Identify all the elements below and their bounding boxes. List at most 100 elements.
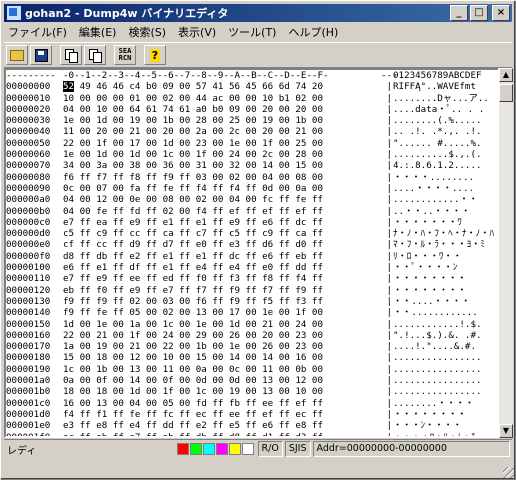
row-hex[interactable]: 15 00 18 00 12 00 10 00 15 00 14 00 14 0… bbox=[63, 352, 381, 363]
row-ascii[interactable]: ................ bbox=[393, 364, 493, 375]
hex-row[interactable]: 00000120 eb ff f0 ff e9 ff e7 ff f7 ff f9… bbox=[6, 285, 498, 296]
color-swatch[interactable] bbox=[228, 443, 241, 455]
row-hex[interactable]: eb ff f0 ff e9 ff e7 ff f7 ff f9 ff f7 f… bbox=[63, 285, 381, 296]
hex-row[interactable]: 000000b0 04 00 fe ff fd ff 02 00 f4 ff ef… bbox=[6, 206, 498, 217]
row-ascii[interactable]: ・・・・ﾛ・ﾘ・ﾑ・ﾓ bbox=[393, 432, 493, 437]
hex-row[interactable]: 00000170 1a 00 19 00 21 00 22 00 1b 00 1e… bbox=[6, 341, 498, 352]
row-hex[interactable]: 22 00 1f 00 17 00 1d 00 23 00 1e 00 1f 0… bbox=[63, 138, 381, 149]
menu-search[interactable]: 検索(S) bbox=[122, 24, 172, 40]
vertical-scrollbar[interactable]: ▲ ▼ bbox=[498, 68, 513, 438]
color-swatch[interactable] bbox=[241, 443, 254, 455]
paste-button[interactable] bbox=[84, 45, 106, 65]
row-ascii[interactable]: ....!."....&.#. bbox=[393, 341, 493, 352]
hex-row[interactable]: 000001c0 16 00 13 00 04 00 05 00 fd ff fb… bbox=[6, 398, 498, 409]
hex-row[interactable]: 00000010 10 00 00 00 01 00 02 00 44 ac 00… bbox=[6, 93, 498, 104]
row-ascii[interactable]: ・・・・........ bbox=[393, 172, 493, 183]
resize-grip[interactable] bbox=[503, 467, 514, 478]
hex-row[interactable]: 000001d0 f4 ff f1 ff fe ff fc ff ec ff ee… bbox=[6, 409, 498, 420]
title-bar[interactable]: gohan2 - Dump4w バイナリエディタ _ □ × bbox=[4, 4, 512, 22]
row-hex[interactable]: e6 ff e1 ff df ff e1 ff e4 ff e4 ff e0 f… bbox=[63, 262, 381, 273]
row-hex[interactable]: e7 ff ea ff e9 ff e1 ff e1 ff e9 ff e6 f… bbox=[63, 217, 381, 228]
row-hex[interactable]: cf ff cc ff d9 ff d7 ff e0 ff e3 ff d6 f… bbox=[63, 239, 381, 250]
row-ascii[interactable]: ﾅ・ﾉ・ﾊ・ﾌ・ﾍ・ﾅ・ﾉ・ﾊ bbox=[393, 228, 494, 239]
row-ascii[interactable]: .. .!. .*.,. .!. bbox=[393, 126, 493, 137]
hex-row[interactable]: 000001b0 18 00 18 00 1d 00 1f 00 1c 00 19… bbox=[6, 386, 498, 397]
row-hex[interactable]: 18 00 18 00 1d 00 1f 00 1c 00 19 00 13 0… bbox=[63, 386, 381, 397]
minimize-button[interactable]: _ bbox=[450, 5, 468, 21]
hex-row[interactable]: 00000040 11 00 20 00 21 00 20 00 2a 00 2c… bbox=[6, 126, 498, 137]
row-ascii[interactable]: "...... #.....%. bbox=[393, 138, 493, 149]
hex-row[interactable]: 00000190 1c 00 1b 00 13 00 11 00 0a 00 0c… bbox=[6, 364, 498, 375]
row-hex[interactable]: 1e 00 1d 00 19 00 1b 00 28 00 25 00 19 0… bbox=[63, 115, 381, 126]
row-ascii[interactable]: ....・・・・.... bbox=[393, 183, 493, 194]
row-ascii[interactable]: ・・・・・・・・ bbox=[393, 409, 493, 420]
row-ascii[interactable]: ・・・・・・・・ bbox=[393, 273, 493, 284]
row-ascii[interactable]: ・・ﾟ・・・・ﾝ bbox=[393, 262, 493, 273]
row-ascii[interactable]: ............・・ bbox=[393, 194, 493, 205]
hex-row[interactable]: 00000030 1e 00 1d 00 19 00 1b 00 28 00 25… bbox=[6, 115, 498, 126]
row-hex[interactable]: 1c 00 1b 00 13 00 11 00 0a 00 0c 00 11 0… bbox=[63, 364, 381, 375]
color-swatch[interactable] bbox=[215, 443, 228, 455]
hex-row[interactable]: 00000000 52 49 46 46 c4 b0 09 00 57 41 56… bbox=[6, 81, 498, 93]
row-hex[interactable]: 10 00 00 00 01 00 02 00 44 ac 00 00 10 b… bbox=[63, 93, 381, 104]
scroll-up-button[interactable]: ▲ bbox=[499, 68, 513, 82]
hex-row[interactable]: 00000110 e7 ff e9 ff ee ff ed ff f0 ff f3… bbox=[6, 273, 498, 284]
row-ascii[interactable]: 4.:.8.6.1.2..... bbox=[393, 160, 493, 171]
cursor-byte[interactable]: 52 bbox=[63, 81, 75, 93]
row-hex[interactable]: f6 ff f7 ff f8 ff f9 ff 03 00 02 00 04 0… bbox=[63, 172, 381, 183]
row-ascii[interactable]: ﾏ・ﾌ・ﾙ・ﾗ・・・ﾖ・ﾐ bbox=[393, 239, 493, 250]
menu-edit[interactable]: 編集(E) bbox=[73, 24, 123, 40]
hex-row[interactable]: 00000080 f6 ff f7 ff f8 ff f9 ff 03 00 02… bbox=[6, 172, 498, 183]
search-next-button[interactable]: SEA RCN bbox=[114, 45, 136, 65]
row-ascii[interactable]: ".!...$.).&. .#. bbox=[393, 330, 493, 341]
row-hex[interactable]: 1a 00 19 00 21 00 22 00 1b 00 1e 00 26 0… bbox=[63, 341, 381, 352]
hex-row[interactable]: 00000150 1d 00 1e 00 1a 00 1c 00 1e 00 1d… bbox=[6, 319, 498, 330]
close-button[interactable]: × bbox=[492, 5, 510, 21]
row-hex[interactable]: 34 00 3a 00 38 00 36 00 31 00 32 00 14 0… bbox=[63, 160, 381, 171]
hex-row[interactable]: 000001a0 0a 00 0f 00 14 00 0f 00 0d 00 0d… bbox=[6, 375, 498, 386]
menu-file[interactable]: ファイル(F) bbox=[4, 24, 73, 40]
row-ascii[interactable]: ........・・・・ bbox=[393, 398, 493, 409]
row-ascii[interactable]: ・・・・・・・ﾜ bbox=[393, 217, 493, 228]
scroll-thumb[interactable] bbox=[499, 84, 513, 102]
row-hex[interactable]: e3 ff e8 ff e4 ff dd ff e2 ff e5 ff e6 f… bbox=[63, 420, 381, 431]
menu-help[interactable]: ヘルプ(H) bbox=[282, 24, 344, 40]
row-ascii[interactable]: ................ bbox=[393, 375, 493, 386]
open-button[interactable] bbox=[6, 45, 28, 65]
row-hex[interactable]: 0a 00 0f 00 14 00 0f 00 0d 00 0d 00 13 0… bbox=[63, 375, 381, 386]
menu-tools[interactable]: ツール(T) bbox=[222, 24, 282, 40]
hex-row[interactable]: 00000050 22 00 1f 00 17 00 1d 00 23 00 1e… bbox=[6, 138, 498, 149]
hex-row[interactable]: 00000100 e6 ff e1 ff df ff e1 ff e4 ff e4… bbox=[6, 262, 498, 273]
row-hex[interactable]: 52 49 46 46 c4 b0 09 00 57 41 56 45 66 6… bbox=[63, 81, 381, 93]
hex-row[interactable]: 00000180 15 00 18 00 12 00 10 00 15 00 14… bbox=[6, 352, 498, 363]
row-ascii[interactable]: ............!.$. bbox=[393, 319, 493, 330]
save-button[interactable] bbox=[30, 45, 52, 65]
row-hex[interactable]: 1d 00 1e 00 1a 00 1c 00 1e 00 1d 00 21 0… bbox=[63, 319, 381, 330]
row-ascii[interactable]: ・・・・・・・・ bbox=[393, 285, 493, 296]
row-hex[interactable]: 0c 00 07 00 fa ff fe ff f4 ff f4 ff 0d 0… bbox=[63, 183, 381, 194]
hex-row[interactable]: 00000090 0c 00 07 00 fa ff fe ff f4 ff f4… bbox=[6, 183, 498, 194]
row-hex[interactable]: c5 ff c9 ff cc ff ca ff c7 ff c5 ff c9 f… bbox=[63, 228, 381, 239]
hex-row[interactable]: 000001f0 ec ff eb ff e7 ff eb ff db ff d8… bbox=[6, 432, 498, 437]
hex-row[interactable]: 000000f0 d8 ff db ff e2 ff e1 ff e1 ff dc… bbox=[6, 251, 498, 262]
color-swatch[interactable] bbox=[176, 443, 189, 455]
hex-row[interactable]: 00000130 f9 ff f9 ff 02 00 03 00 f6 ff f9… bbox=[6, 296, 498, 307]
hex-row[interactable]: 000000c0 e7 ff ea ff e9 ff e1 ff e1 ff e9… bbox=[6, 217, 498, 228]
menu-view[interactable]: 表示(V) bbox=[172, 24, 222, 40]
row-ascii[interactable]: ・・....・・・・ bbox=[393, 296, 493, 307]
row-ascii[interactable]: ........(.%..... bbox=[393, 115, 493, 126]
row-ascii[interactable]: ........Dャ...ア.. bbox=[393, 93, 493, 104]
hex-row[interactable]: 000001e0 e3 ff e8 ff e4 ff dd ff e2 ff e5… bbox=[6, 420, 498, 431]
row-hex[interactable]: e7 ff e9 ff ee ff ed ff f0 ff f3 ff f8 f… bbox=[63, 273, 381, 284]
maximize-button[interactable]: □ bbox=[470, 5, 488, 21]
hex-row[interactable]: 00000140 f9 ff fe ff 05 00 02 00 13 00 17… bbox=[6, 307, 498, 318]
row-ascii[interactable]: ..........$.,.(. bbox=[393, 149, 493, 160]
hex-row[interactable]: 00000020 04 00 10 00 64 61 74 61 a0 b0 09… bbox=[6, 104, 498, 115]
hex-row[interactable]: 000000a0 04 00 12 00 0e 00 08 00 02 00 04… bbox=[6, 194, 498, 205]
row-ascii[interactable]: ..・・..・・・・ bbox=[393, 206, 493, 217]
row-ascii[interactable]: RIFFĄ°..WAVEfmt bbox=[393, 81, 493, 92]
row-ascii[interactable]: ・・・ﾝ・・・・ bbox=[393, 420, 493, 431]
hex-row[interactable]: 000000d0 c5 ff c9 ff cc ff ca ff c7 ff c5… bbox=[6, 228, 498, 239]
help-button[interactable]: ? bbox=[144, 45, 166, 65]
row-hex[interactable]: 04 00 12 00 0e 00 08 00 02 00 04 00 fc f… bbox=[63, 194, 381, 205]
